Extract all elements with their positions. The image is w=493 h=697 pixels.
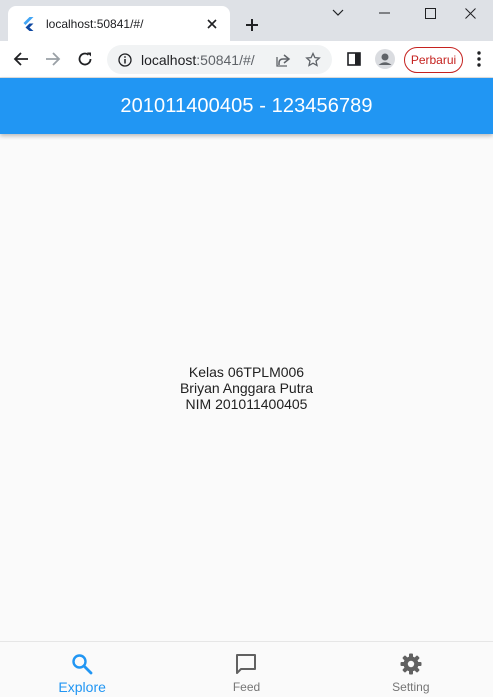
browser-toolbar: localhost:50841/#/ Perbarui: [0, 41, 493, 78]
nav-label-feed: Feed: [232, 680, 261, 694]
search-icon: [70, 652, 94, 676]
page-title: 201011400405 - 123456789: [120, 94, 373, 117]
profile-avatar-icon[interactable]: [372, 46, 398, 72]
tab-title: localhost:50841/#/: [46, 16, 144, 31]
main-content: Kelas 06TPLM006 Briyan Anggara Putra NIM…: [0, 134, 493, 641]
gear-icon: [399, 652, 423, 676]
nim-text: NIM 201011400405: [185, 395, 308, 412]
bottom-navigation: Explore Feed Setting: [0, 641, 493, 697]
flutter-favicon-icon: [20, 16, 36, 32]
browser-tab[interactable]: localhost:50841/#/: [8, 6, 230, 41]
nav-item-feed[interactable]: Feed: [164, 642, 328, 697]
app-bar: 201011400405 - 123456789: [0, 78, 493, 134]
side-panel-icon[interactable]: [341, 46, 367, 72]
url-text[interactable]: localhost:50841/#/: [141, 52, 272, 68]
nav-item-setting[interactable]: Setting: [329, 642, 493, 697]
info-icon[interactable]: [117, 52, 133, 68]
url-path: :50841/#/: [196, 51, 255, 68]
chat-bubble-icon: [234, 652, 258, 676]
more-menu-icon[interactable]: [466, 46, 492, 72]
address-bar[interactable]: localhost:50841/#/: [107, 45, 332, 74]
class-text: Kelas 06TPLM006: [188, 363, 305, 380]
nav-item-explore[interactable]: Explore: [0, 642, 164, 697]
back-arrow-icon[interactable]: [8, 46, 34, 72]
new-tab-button[interactable]: [240, 13, 264, 37]
student-name-text: Briyan Anggara Putra: [179, 379, 314, 396]
chevron-down-icon[interactable]: [315, 0, 361, 26]
url-host: localhost: [141, 51, 197, 68]
reload-icon[interactable]: [72, 46, 98, 72]
browser-tabstrip: localhost:50841/#/: [0, 0, 493, 41]
close-icon[interactable]: [202, 14, 222, 34]
bookmark-star-icon[interactable]: [302, 49, 324, 71]
minimize-button[interactable]: [361, 0, 407, 26]
nav-label-setting: Setting: [392, 680, 430, 694]
update-button[interactable]: Perbarui: [404, 47, 463, 73]
nav-label-explore: Explore: [58, 679, 106, 695]
forward-arrow-icon[interactable]: [40, 46, 66, 72]
share-icon[interactable]: [272, 49, 294, 71]
window-close-button[interactable]: [447, 0, 493, 26]
